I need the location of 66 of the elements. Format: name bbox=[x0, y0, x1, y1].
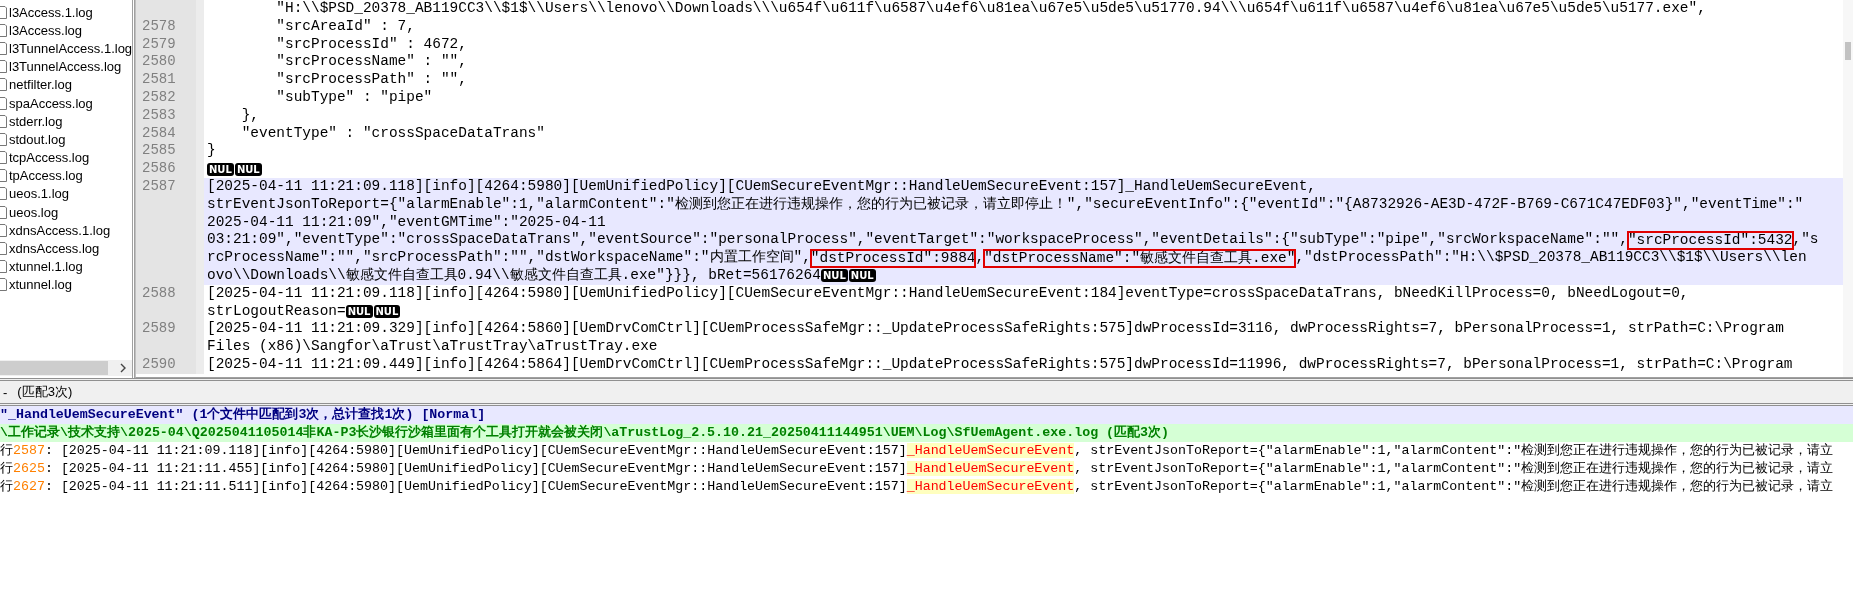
line-number: 2580 bbox=[136, 53, 204, 72]
code-text: "srcProcessName" : "", bbox=[275, 53, 467, 72]
code-text: strLogoutReason= bbox=[207, 302, 346, 321]
code-text: rcProcessName":"","srcProcessPath":"","dstWorkspaceName":"内置工作空间", bbox=[207, 249, 811, 267]
code-text: [2025-04-11 11:21:09.329][info][4264:5860][UemDrvComCtrl][CUemProcessSafeMgr::_UpdateProcessSafeRights:575]dwProcessId=3116, dwProcessRights=7, bPersonalProcess=1, strPath=C:\Program bbox=[207, 320, 1784, 339]
line-number: 2588 bbox=[136, 284, 204, 321]
highlighted-code-text: "dstProcessName":"敏感文件自查工具.exe" bbox=[984, 249, 1296, 267]
file-item[interactable]: l3TunnelAccess.1.log bbox=[9, 40, 132, 56]
file-item[interactable]: tcpAccess.log bbox=[9, 150, 90, 166]
highlighted-code-text: "srcProcessId":5432 bbox=[1627, 231, 1793, 249]
file-item[interactable]: ueos.log bbox=[9, 204, 59, 220]
file-item[interactable]: l3Access.1.log bbox=[9, 4, 93, 20]
line-number: 2585 bbox=[136, 142, 204, 161]
file-item[interactable]: l3Access.log bbox=[9, 22, 82, 38]
search-result-row[interactable]: 行2627: [2025-04-11 11:21:11.511][info][4264:5980][UemUnifiedPolicy][CUemSecureEventMgr::HandleUemSecureEvent:157]_HandleUemSecureEvent, strEventJsonToReport={"alarmEnable":1,"alarmContent":"检测到您正在进行违规操作，您的行为已被记录，请立 bbox=[0, 477, 1853, 496]
file-item[interactable]: spaAccess.log bbox=[9, 95, 93, 111]
code-text: "eventType" : "crossSpaceDataTrans" bbox=[240, 124, 545, 143]
nul-badge: NUL bbox=[848, 269, 876, 283]
file-item[interactable]: xtunnel.log bbox=[9, 277, 72, 293]
code-text: 2025-04-11 11:21:09","eventGMTime":"2025-04-11 bbox=[207, 213, 606, 232]
search-result-row[interactable]: 行2625: [2025-04-11 11:21:11.455][info][4264:5980][UemUnifiedPolicy][CUemSecureEventMgr::HandleUemSecureEvent:157]_HandleUemSecureEvent, strEventJsonToReport={"alarmEnable":1,"alarmContent":"检测到您正在进行违规操作，您的行为已被记录，请立 bbox=[0, 459, 1853, 478]
file-item[interactable]: stdout.log bbox=[9, 131, 66, 147]
code-text: 03:21:09","eventType":"crossSpaceDataTrans","eventSource":"personalProcess","eventTarget":"workspaceProcess","eventDetails":{"subType":"pipe","srcWorkspaceName":"", bbox=[207, 231, 1628, 249]
code-editor[interactable] bbox=[135, 0, 1853, 378]
line-number: 2586 bbox=[136, 160, 204, 178]
code-text: strEventJsonToReport={"alarmEnable":1,"alarmContent":"检测到您正在进行违规操作，您的行为已被记录，请立即停止！","secureEventInfo":{"eventId":"{A8732926-AE3D-472F-B769-C671C47EDF03}","eventTime":" bbox=[207, 195, 1804, 214]
nul-badge: NUL bbox=[820, 269, 848, 283]
result-file-row[interactable]: \工作记录\技术支持\2025-04\Q2025041105014非KA-P3长沙银行沙箱里面有个工具打开就会被关闭\aTrustLog_2.5.10.21_20250411144951\UEM\Log\SfUemAgent.exe.log (匹配3次) bbox=[0, 424, 1853, 442]
nul-badge: NUL bbox=[373, 304, 401, 318]
file-item[interactable]: l3TunnelAccess.log bbox=[9, 59, 122, 75]
file-item[interactable]: xdnsAccess.log bbox=[9, 241, 100, 257]
collapse-toggle[interactable]: - bbox=[3, 384, 8, 400]
line-number: 2581 bbox=[136, 71, 204, 89]
scrollbar-thumb[interactable] bbox=[1845, 42, 1851, 60]
code-text: [2025-04-11 11:21:09.449][info][4264:5864][UemDrvComCtrl][CUemProcessSafeMgr::_UpdateProcessSafeRights:575]dwProcessId=11996, dwProcessRights=7, bPersonalProcess=1, strPath=C:\Program bbox=[207, 355, 1793, 374]
code-text: "srcProcessPath" : "", bbox=[275, 71, 467, 89]
horizontal-scrollbar[interactable] bbox=[0, 360, 132, 376]
code-text: Files (x86)\Sangfor\aTrust\aTrustTray\aTrustTray.exe bbox=[207, 338, 658, 356]
code-text: "srcProcessId" : 4672, bbox=[275, 35, 467, 54]
file-item[interactable]: ueos.1.log bbox=[9, 186, 69, 202]
code-text: [2025-04-11 11:21:09.118][info][4264:5980][UemUnifiedPolicy][CUemSecureEventMgr::HandleUemSecureEvent:157]_HandleUemSecureEvent, bbox=[207, 177, 1316, 196]
code-text: [2025-04-11 11:21:09.118][info][4264:5980][UemUnifiedPolicy][CUemSecureEventMgr::HandleUemSecureEvent:184]eventType=crossSpaceDataTrans, bNeedKillProcess=0, bNeedLogout=0, bbox=[207, 284, 1689, 303]
file-item[interactable]: xdnsAccess.1.log bbox=[9, 222, 111, 238]
code-text: ovo\\Downloads\\敏感文件自查工具0.94\\敏感文件自查工具.exe"}}}, bRet=56176264 bbox=[207, 266, 821, 285]
file-item[interactable]: stderr.log bbox=[9, 113, 63, 129]
line-number: 2587 bbox=[136, 177, 204, 285]
line-number-gutter bbox=[136, 0, 204, 18]
chevron-right-icon[interactable] bbox=[119, 363, 127, 373]
line-number: 2589 bbox=[136, 320, 204, 356]
nul-badge: NUL bbox=[207, 162, 234, 176]
file-item[interactable]: netfilter.log bbox=[9, 77, 72, 93]
nul-badge: NUL bbox=[234, 162, 262, 176]
highlighted-code-text: "dstProcessId":9884 bbox=[810, 249, 976, 267]
code-text: ,"dstProcessPath":"H:\\$PSD_20378_AB119CC3\\$1$\\Users\\len bbox=[1295, 249, 1807, 267]
file-item[interactable]: tpAccess.log bbox=[9, 168, 83, 184]
code-text: ,"s bbox=[1792, 231, 1819, 250]
code-text: "subType" : "pipe" bbox=[275, 89, 433, 107]
search-result-row[interactable]: 行2587: [2025-04-11 11:21:09.118][info][4264:5980][UemUnifiedPolicy][CUemSecureEventMgr::HandleUemSecureEvent:157]_HandleUemSecureEvent, strEventJsonToReport={"alarmEnable":1,"alarmContent":"检测到您正在进行违规操作，您的行为已被记录，请立 bbox=[0, 442, 1853, 460]
match-summary: (匹配3次) bbox=[17, 383, 73, 401]
code-text: } bbox=[207, 142, 216, 161]
nul-badge: NUL bbox=[345, 304, 373, 318]
search-header[interactable]: "_HandleUemSecureEvent" (1个文件中匹配到3次，总计查找1次) [Normal] bbox=[0, 406, 1853, 424]
code-text: "H:\\$PSD_20378_AB119CC3\\$1$\\Users\\lenovo\\Downloads\\\u654f\u611f\u6587\u4ef6\u81ea\u67e5\u5de5\u51770.94\\\u654f\u611f\u6587\u4ef6\u81ea\u67e5\u5de5\u5177.exe", bbox=[275, 0, 1706, 18]
file-item[interactable]: xtunnel.1.log bbox=[9, 259, 83, 275]
code-text: }, bbox=[240, 106, 259, 125]
code-text: "srcAreaId" : 7, bbox=[275, 17, 415, 36]
